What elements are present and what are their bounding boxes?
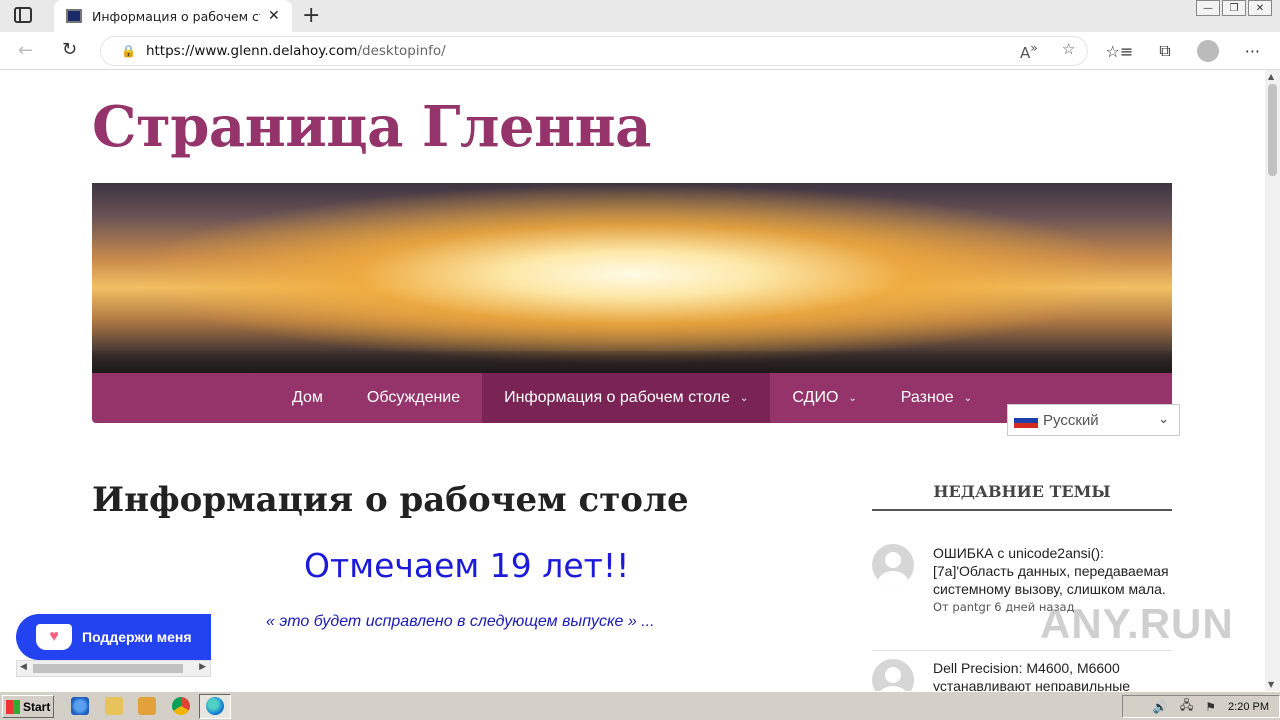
scrollbar-thumb[interactable]: [33, 664, 183, 673]
scroll-up-icon[interactable]: ▲: [1268, 72, 1274, 81]
clock[interactable]: 2:20 PM: [1228, 701, 1269, 713]
web-page: Страница Гленна Дом Обсуждение Информаци…: [0, 70, 1265, 691]
russian-flag-icon: [1014, 412, 1038, 428]
back-arrow-icon[interactable]: ←: [18, 40, 33, 61]
topic-link[interactable]: Dell Precision: M4600, M6600 устанавлива…: [933, 659, 1172, 691]
address-toolbar: ← ↻ 🔒 https://www.glenn.delahoy.com/desk…: [0, 32, 1280, 70]
topic-link[interactable]: ОШИБКА с unicode2ansi(): [7a]'Область да…: [933, 544, 1172, 598]
favorites-icon[interactable]: ☆≡: [1106, 42, 1134, 61]
scrollbar-thumb[interactable]: [1268, 84, 1277, 176]
restore-button[interactable]: ❐: [1222, 0, 1246, 16]
chevron-down-icon: ⌄: [848, 392, 857, 404]
list-item: Dell Precision: M4600, M6600 устанавлива…: [872, 650, 1172, 691]
celebrate-text: Отмечаем 19 лет!!: [304, 546, 630, 585]
volume-icon[interactable]: 🔊: [1153, 700, 1168, 714]
url-actions: A» ☆: [1020, 40, 1075, 62]
menu-item-label: Разное: [900, 389, 954, 406]
ie-icon[interactable]: [71, 697, 89, 715]
menu-item-desktop-info[interactable]: Информация о рабочем столе ⌄: [482, 373, 771, 423]
page-title: Информация о рабочем столе: [92, 480, 689, 520]
horizontal-scrollbar[interactable]: ◀ ▶: [16, 660, 211, 677]
tab-active[interactable]: Информация о рабочем столе ✕: [54, 0, 292, 32]
flag-icon[interactable]: ⚑: [1205, 700, 1216, 714]
url-domain: https://www.glenn.delahoy.com: [145, 43, 358, 59]
site-title[interactable]: Страница Гленна: [92, 94, 651, 160]
start-label: Start: [23, 699, 51, 714]
chevron-down-icon: ⌄: [1158, 411, 1169, 426]
new-tab-icon[interactable]: +: [302, 3, 320, 28]
media-player-icon[interactable]: [138, 697, 156, 715]
taskbar: Start 🔊 🖧 ⚑ 2:20 PM: [0, 691, 1280, 720]
chevron-down-icon: ⌄: [740, 392, 749, 404]
menu-item-discussion[interactable]: Обсуждение: [345, 373, 482, 423]
read-aloud-icon[interactable]: A»: [1020, 40, 1038, 62]
window-controls: — ❐ ✕: [1196, 0, 1272, 16]
quote-text: « это будет исправлено в следующем выпус…: [266, 613, 655, 630]
window-close-button[interactable]: ✕: [1248, 0, 1272, 16]
recent-topics-title: НЕДАВНИЕ ТЕМЫ: [872, 482, 1172, 511]
support-label: Поддержи меня: [82, 629, 192, 645]
menu-item-label: СДИО: [792, 389, 839, 406]
reload-icon[interactable]: ↻: [62, 39, 77, 60]
tab-title: Информация о рабочем столе: [92, 8, 260, 24]
url-bar[interactable]: 🔒 https://www.glenn.delahoy.com/desktopi…: [100, 36, 1088, 66]
add-favorite-icon[interactable]: ☆: [1062, 40, 1075, 62]
watermark-logo: ANY.RUN: [1040, 600, 1234, 647]
start-button[interactable]: Start: [2, 695, 54, 718]
windows-logo-icon: [6, 699, 20, 714]
chevron-down-icon: ⌄: [963, 392, 972, 404]
header-banner-image: [92, 183, 1172, 373]
scroll-down-icon[interactable]: ▼: [1268, 680, 1274, 689]
profile-avatar[interactable]: [1196, 40, 1219, 62]
tab-bar: Информация о рабочем столе ✕ + — ❐ ✕: [0, 0, 1280, 32]
folder-icon[interactable]: [105, 697, 123, 715]
tab-actions-icon[interactable]: [14, 7, 32, 23]
menu-item-label: Дом: [292, 389, 323, 406]
scroll-left-icon[interactable]: ◀: [20, 662, 27, 672]
language-label: Русский: [1043, 411, 1099, 429]
collections-icon[interactable]: ⧉: [1159, 41, 1170, 61]
chrome-icon[interactable]: [172, 697, 190, 715]
browser-tools: ☆≡ ⧉ ···: [1106, 40, 1260, 62]
edge-icon[interactable]: [206, 697, 224, 715]
avatar: [872, 544, 914, 586]
system-tray: 🔊 🖧 ⚑ 2:20 PM: [1122, 695, 1280, 718]
vertical-scrollbar[interactable]: ▲ ▼: [1265, 70, 1280, 691]
scroll-right-icon[interactable]: ▶: [199, 662, 206, 672]
menu-item-home[interactable]: Дом: [270, 373, 345, 423]
heart-cup-icon: ♥: [36, 624, 72, 650]
support-me-button[interactable]: ♥ Поддержи меня: [16, 614, 211, 660]
more-menu-icon[interactable]: ···: [1245, 42, 1260, 61]
language-select[interactable]: Русский ⌄: [1007, 404, 1180, 436]
menu-item-label: Обсуждение: [366, 389, 461, 406]
favicon-icon: [66, 9, 82, 23]
avatar: [872, 659, 914, 691]
lock-icon[interactable]: 🔒: [121, 44, 136, 58]
menu-item-label: Информация о рабочем столе: [504, 389, 731, 406]
url-path: /desktopinfo/: [357, 43, 446, 59]
menu-item-misc[interactable]: Разное ⌄: [879, 373, 994, 423]
minimize-button[interactable]: —: [1196, 0, 1220, 16]
tab-close-icon[interactable]: ✕: [268, 8, 280, 24]
network-icon[interactable]: 🖧: [1180, 696, 1193, 717]
menu-item-sdio[interactable]: СДИО ⌄: [770, 373, 878, 423]
